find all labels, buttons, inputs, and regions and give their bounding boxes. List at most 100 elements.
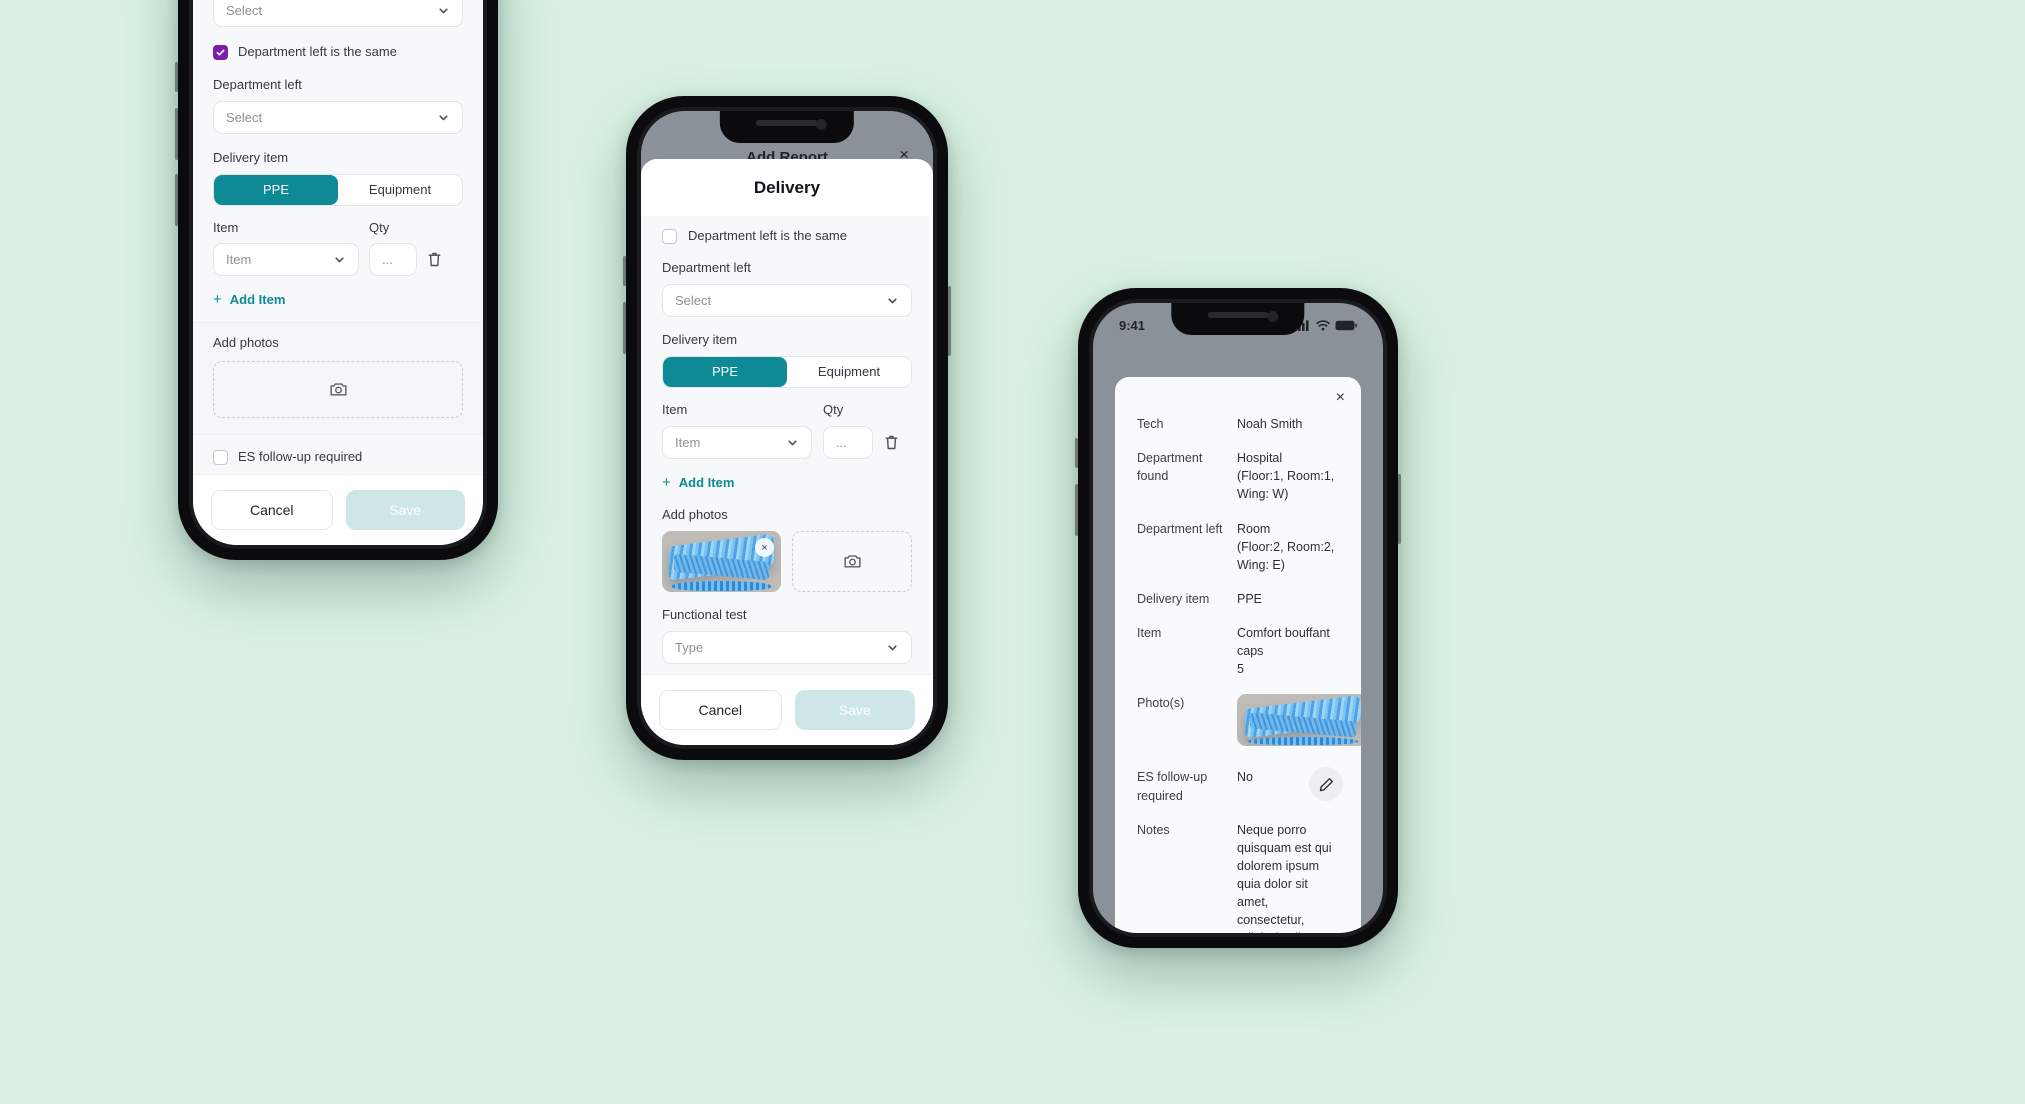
wifi-icon xyxy=(1316,319,1330,330)
detail-row: Department left Room (Floor:2, Room:2, W… xyxy=(1137,520,1339,574)
item-value: Item xyxy=(226,252,252,268)
detail-row: Notes Neque porro quisquam est qui dolor… xyxy=(1137,821,1339,933)
photo-dropzone[interactable] xyxy=(792,531,912,593)
department-left-label: Department left xyxy=(213,76,302,92)
segment-equipment[interactable]: Equipment xyxy=(338,175,462,205)
center-footer: Cancel Save xyxy=(641,674,933,745)
item-value: Item xyxy=(675,434,701,450)
department-left-value: Select xyxy=(226,109,263,125)
same-department-checkbox[interactable] xyxy=(662,228,677,244)
department-left-label: Department left xyxy=(662,259,751,275)
item-qty-header-row: Item Qty xyxy=(662,402,912,419)
save-button[interactable]: Save xyxy=(345,490,465,530)
report-detail-card: × Tech Noah Smith Department found Hospi… xyxy=(1115,377,1361,933)
department-left-select[interactable]: Select xyxy=(662,283,912,317)
chevron-down-icon xyxy=(335,257,344,263)
es-followup-row[interactable]: ES follow-up required xyxy=(213,449,463,466)
detail-row: Department found Hospital (Floor:1, Room… xyxy=(1137,449,1339,503)
photo-thumbnail[interactable] xyxy=(1237,694,1361,747)
delivery-item-segmented-control[interactable]: PPE Equipment xyxy=(662,355,912,388)
detail-value: Room (Floor:2, Room:2, Wing: E) xyxy=(1237,521,1335,572)
delivery-item-label: Delivery item xyxy=(662,331,738,347)
volume-up-rail xyxy=(1075,438,1078,468)
delivery-item-label: Delivery item xyxy=(213,149,289,165)
close-icon[interactable]: × xyxy=(1336,389,1345,407)
silent-rail xyxy=(175,174,178,226)
item-qty-row: Item ... xyxy=(213,243,463,277)
left-footer: Cancel Save xyxy=(193,474,483,545)
segment-equipment[interactable]: Equipment xyxy=(787,357,911,387)
qty-column-label: Qty xyxy=(823,401,844,417)
item-qty-row: Item ... xyxy=(662,425,912,459)
photo-image-edge xyxy=(1247,736,1359,745)
item-select[interactable]: Item xyxy=(213,243,359,277)
detail-value: Hospital (Floor:1, Room:1, Wing: W) xyxy=(1237,451,1335,502)
department-found-select[interactable]: Select xyxy=(213,0,463,27)
detail-value: PPE xyxy=(1237,591,1263,606)
volume-down-rail xyxy=(175,108,178,160)
add-item-button[interactable]: + Add Item xyxy=(662,474,912,491)
segment-ppe[interactable]: PPE xyxy=(214,174,338,205)
delivery-item-segmented-control[interactable]: PPE Equipment xyxy=(213,173,463,206)
photo-thumbnail[interactable]: × xyxy=(662,531,781,593)
add-photos-label: Add photos xyxy=(213,335,279,351)
segment-ppe[interactable]: PPE xyxy=(663,356,787,387)
qty-column-label: Qty xyxy=(369,219,390,235)
same-department-label: Department left is the same xyxy=(238,43,397,59)
item-select[interactable]: Item xyxy=(662,425,812,459)
detail-row: Delivery item PPE xyxy=(1137,590,1339,608)
item-column-label: Item xyxy=(213,219,239,235)
phone-right-screen: 9:41 × Tech Noah Smith Department found … xyxy=(1093,303,1383,933)
qty-input[interactable]: ... xyxy=(823,425,873,459)
delivery-modal-sheet: Delivery Department left is the same Dep… xyxy=(641,159,933,745)
pencil-icon xyxy=(1319,777,1333,791)
item-qty-header-row: Item Qty xyxy=(213,220,463,237)
department-left-select[interactable]: Select xyxy=(213,100,463,134)
detail-key: Tech xyxy=(1137,417,1164,431)
es-followup-checkbox[interactable] xyxy=(213,450,228,466)
check-icon xyxy=(216,49,225,56)
qty-input[interactable]: ... xyxy=(369,243,417,277)
same-department-checkbox-row[interactable]: Department left is the same xyxy=(662,228,912,245)
delete-item-icon[interactable] xyxy=(427,251,442,268)
functional-test-select[interactable]: Type xyxy=(662,631,912,665)
battery-icon xyxy=(1335,320,1357,330)
detail-value-photo xyxy=(1237,694,1361,747)
same-department-checkbox-row[interactable]: Department left is the same xyxy=(213,44,463,61)
phone-center-screen: Add Report × Delivery Department left is… xyxy=(641,111,933,745)
chevron-down-icon xyxy=(788,440,797,445)
add-item-button[interactable]: + Add Item xyxy=(213,291,463,308)
camera-icon xyxy=(329,383,347,396)
same-department-label: Department left is the same xyxy=(688,228,847,243)
photo-row: × xyxy=(662,531,912,593)
front-camera xyxy=(1267,311,1279,322)
detail-row: Tech Noah Smith xyxy=(1137,415,1339,433)
detail-rows: Tech Noah Smith Department found Hospita… xyxy=(1115,377,1361,933)
cancel-button[interactable]: Cancel xyxy=(659,690,782,730)
phone-left-screen: Department found Select Department left … xyxy=(193,0,483,545)
left-form-scroll[interactable]: Department found Select Department left … xyxy=(193,0,483,474)
add-photos-label: Add photos xyxy=(662,506,728,522)
same-department-checkbox[interactable] xyxy=(213,44,228,60)
add-item-label: Add Item xyxy=(678,474,735,490)
detail-key: Notes xyxy=(1137,822,1170,837)
add-item-label: Add Item xyxy=(229,292,286,308)
cancel-button[interactable]: Cancel xyxy=(211,490,333,530)
earpiece-speaker xyxy=(756,120,818,126)
photo-dropzone[interactable] xyxy=(213,361,463,419)
save-button[interactable]: Save xyxy=(794,690,915,730)
detail-key: Photo(s) xyxy=(1137,696,1185,711)
department-left-value: Select xyxy=(675,292,712,308)
delete-item-icon[interactable] xyxy=(884,434,899,451)
add-photos-section: Add photos xyxy=(193,322,483,436)
status-time: 9:41 xyxy=(1119,317,1146,333)
chevron-down-icon xyxy=(439,115,448,121)
detail-key: ES follow-up required xyxy=(1137,770,1208,803)
photo-image-edge xyxy=(671,580,772,591)
detail-row: Item Comfort bouffant caps 5 xyxy=(1137,624,1339,678)
detail-key: Department left xyxy=(1137,521,1223,536)
functional-test-label: Functional test xyxy=(662,607,747,623)
edit-button[interactable] xyxy=(1309,767,1343,801)
front-camera xyxy=(816,119,828,130)
center-form-scroll[interactable]: Department left is the same Department l… xyxy=(641,216,933,674)
